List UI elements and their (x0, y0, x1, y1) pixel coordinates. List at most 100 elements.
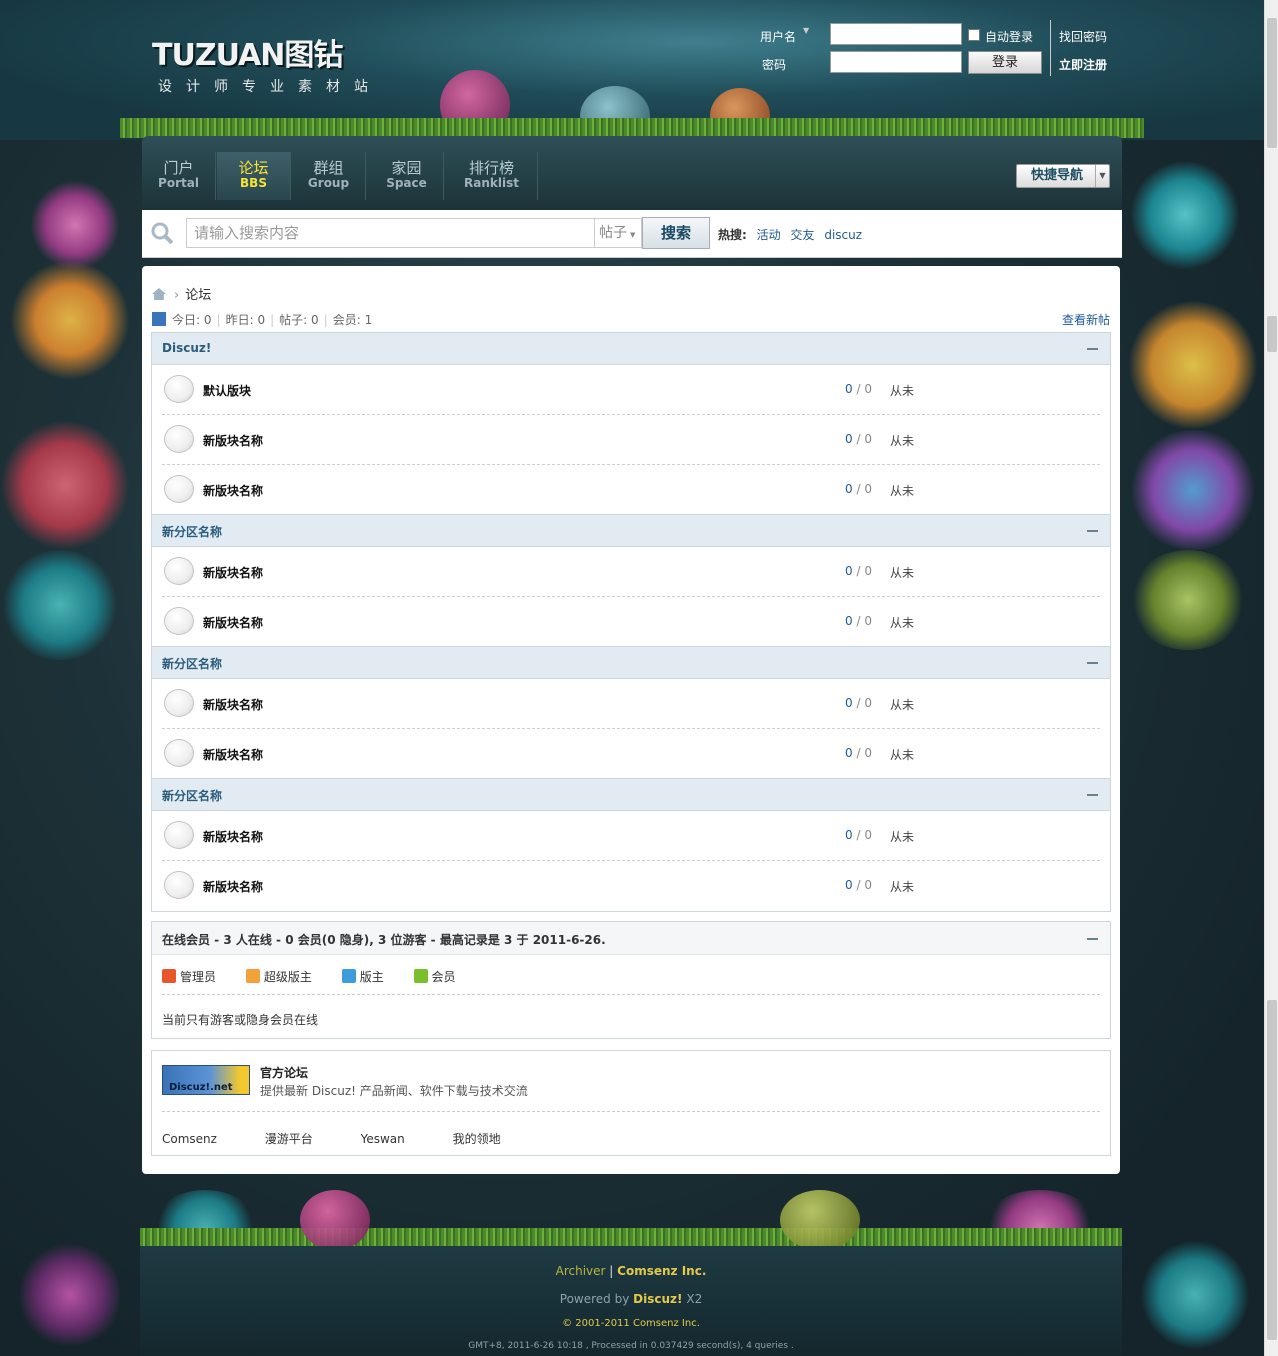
collapse-icon[interactable] (1087, 794, 1098, 796)
stats-icon (152, 312, 166, 326)
decor-swirl (30, 180, 120, 270)
friend-link[interactable]: Yeswan (361, 1132, 405, 1146)
member-legend: 管理员 超级版主 版主 会员 (162, 968, 1100, 995)
hot-term[interactable]: discuz (824, 228, 862, 242)
forum-name[interactable]: 默认版块 (203, 382, 251, 399)
home-icon[interactable] (152, 288, 166, 300)
decor-swirl (1128, 550, 1248, 650)
discuz-logo[interactable]: Discuz!.net (162, 1065, 250, 1095)
site-footer: Archiver | Comsenz Inc. Powered by Discu… (140, 1246, 1122, 1356)
search-input[interactable]: 请输入搜索内容 (186, 218, 596, 248)
hot-term[interactable]: 活动 (757, 228, 781, 242)
forum-name[interactable]: 新版块名称 (203, 696, 263, 713)
company-link[interactable]: Comsenz Inc. (617, 1264, 706, 1278)
forum-row: 新版块名称 0 / 0 从未 (162, 811, 1100, 861)
last-post: 从未 (890, 616, 915, 630)
hot-search: 热搜: 活动 交友 discuz (718, 226, 862, 243)
breadcrumb: › 论坛 (152, 284, 211, 303)
scrollbar-thumb[interactable] (1267, 1000, 1277, 1340)
quick-nav-button[interactable]: 快捷导航 ▼ (1016, 164, 1110, 188)
breadcrumb-separator: › (174, 288, 180, 303)
category-header[interactable]: 新分区名称 (152, 647, 1110, 679)
collapse-icon[interactable] (1087, 530, 1098, 532)
product-link[interactable]: Discuz! (633, 1292, 682, 1306)
category-title[interactable]: 新分区名称 (162, 787, 222, 804)
category-title[interactable]: 新分区名称 (162, 523, 222, 540)
nav-portal[interactable]: 门户 Portal (142, 152, 216, 200)
login-button[interactable]: 登录 (968, 51, 1042, 74)
footer-powered: Powered by Discuz! X2 (140, 1292, 1122, 1306)
search-type-select[interactable]: 帖子 ▼ (594, 218, 642, 248)
search-button[interactable]: 搜索 (642, 217, 710, 249)
post-count: 0 (864, 432, 872, 446)
last-post: 从未 (890, 830, 915, 844)
divider: / (856, 696, 861, 710)
online-header[interactable]: 在线会员 - 3 人在线 - 0 会员(0 隐身), 3 位游客 - 最高记录是… (152, 922, 1110, 955)
site-logo[interactable]: TUZUAN图钻 设计师专业素材站 (152, 30, 382, 96)
forum-name[interactable]: 新版块名称 (203, 746, 263, 763)
last-post: 从未 (890, 698, 915, 712)
forum-row: 新版块名称 0 / 0 从未 (162, 547, 1100, 597)
archiver-link[interactable]: Archiver (556, 1264, 606, 1278)
auto-login-checkbox[interactable] (968, 29, 980, 41)
password-label: 密码 (762, 58, 787, 72)
forum-counts: 0 / 0 (845, 696, 872, 710)
powered-label: Powered by (559, 1292, 630, 1306)
divider: / (856, 432, 861, 446)
stat-label: 帖子: (279, 313, 308, 327)
thread-count: 0 (845, 696, 853, 710)
hot-term[interactable]: 交友 (790, 228, 814, 242)
scrollbar-thumb[interactable] (1267, 18, 1277, 148)
username-label[interactable]: 用户名 (760, 28, 796, 45)
divider: / (856, 878, 861, 892)
friend-link[interactable]: 漫游平台 (265, 1130, 313, 1147)
forum-name[interactable]: 新版块名称 (203, 614, 263, 631)
forum-name[interactable]: 新版块名称 (203, 828, 263, 845)
forum-name[interactable]: 新版块名称 (203, 482, 263, 499)
new-posts-link[interactable]: 查看新帖 (1062, 311, 1110, 328)
password-input[interactable] (830, 51, 962, 73)
category-header[interactable]: Discuz! (152, 333, 1110, 365)
link-desc: 提供最新 Discuz! 产品新闻、软件下载与技术交流 (260, 1084, 528, 1098)
forum-counts: 0 / 0 (845, 746, 872, 760)
divider: / (856, 614, 861, 628)
logo-subtitle: 设计师专业素材站 (158, 79, 382, 95)
scrollbar-thumb[interactable] (1267, 316, 1277, 352)
scrollbar[interactable] (1264, 0, 1278, 1356)
friend-link[interactable]: Comsenz (162, 1132, 217, 1146)
grass-decor (120, 118, 1144, 138)
debug-info: GMT+8, 2011-6-26 10:18 , Processed in 0.… (468, 1341, 794, 1351)
divider: / (856, 482, 861, 496)
forum-name[interactable]: 新版块名称 (203, 878, 263, 895)
forgot-password-link[interactable]: 找回密码 (1059, 28, 1107, 45)
nav-label: 论坛 (238, 159, 269, 177)
decor-ball (780, 1190, 860, 1250)
friend-link[interactable]: 我的领地 (453, 1130, 501, 1147)
nav-space[interactable]: 家园 Space (370, 152, 444, 200)
collapse-icon[interactable] (1087, 938, 1098, 940)
main-nav: 门户 Portal 论坛 BBS 群组 Group 家园 Space 排行榜 R… (142, 136, 1122, 210)
nav-bbs[interactable]: 论坛 BBS (217, 152, 291, 200)
chevron-down-icon[interactable]: ▼ (803, 26, 809, 35)
category-title[interactable]: 新分区名称 (162, 655, 222, 672)
forum-bubble-icon (164, 739, 194, 767)
category-title[interactable]: Discuz! (162, 341, 211, 355)
legend-label: 版主 (359, 970, 384, 984)
register-link[interactable]: 立即注册 (1059, 56, 1107, 73)
online-message: 当前只有游客或隐身会员在线 (162, 1013, 319, 1027)
collapse-icon[interactable] (1087, 348, 1098, 350)
forum-counts: 0 / 0 (845, 828, 872, 842)
forum-name[interactable]: 新版块名称 (203, 564, 263, 581)
forum-bubble-icon (164, 475, 194, 503)
post-count: 0 (864, 746, 872, 760)
post-count: 0 (864, 382, 872, 396)
link-title[interactable]: 官方论坛 (260, 1064, 308, 1081)
divider: | (323, 313, 328, 327)
nav-ranklist[interactable]: 排行榜 Ranklist (446, 152, 538, 200)
nav-group[interactable]: 群组 Group (292, 152, 366, 200)
category-header[interactable]: 新分区名称 (152, 515, 1110, 547)
category-header[interactable]: 新分区名称 (152, 779, 1110, 811)
forum-name[interactable]: 新版块名称 (203, 432, 263, 449)
collapse-icon[interactable] (1087, 662, 1098, 664)
username-input[interactable] (830, 23, 962, 45)
